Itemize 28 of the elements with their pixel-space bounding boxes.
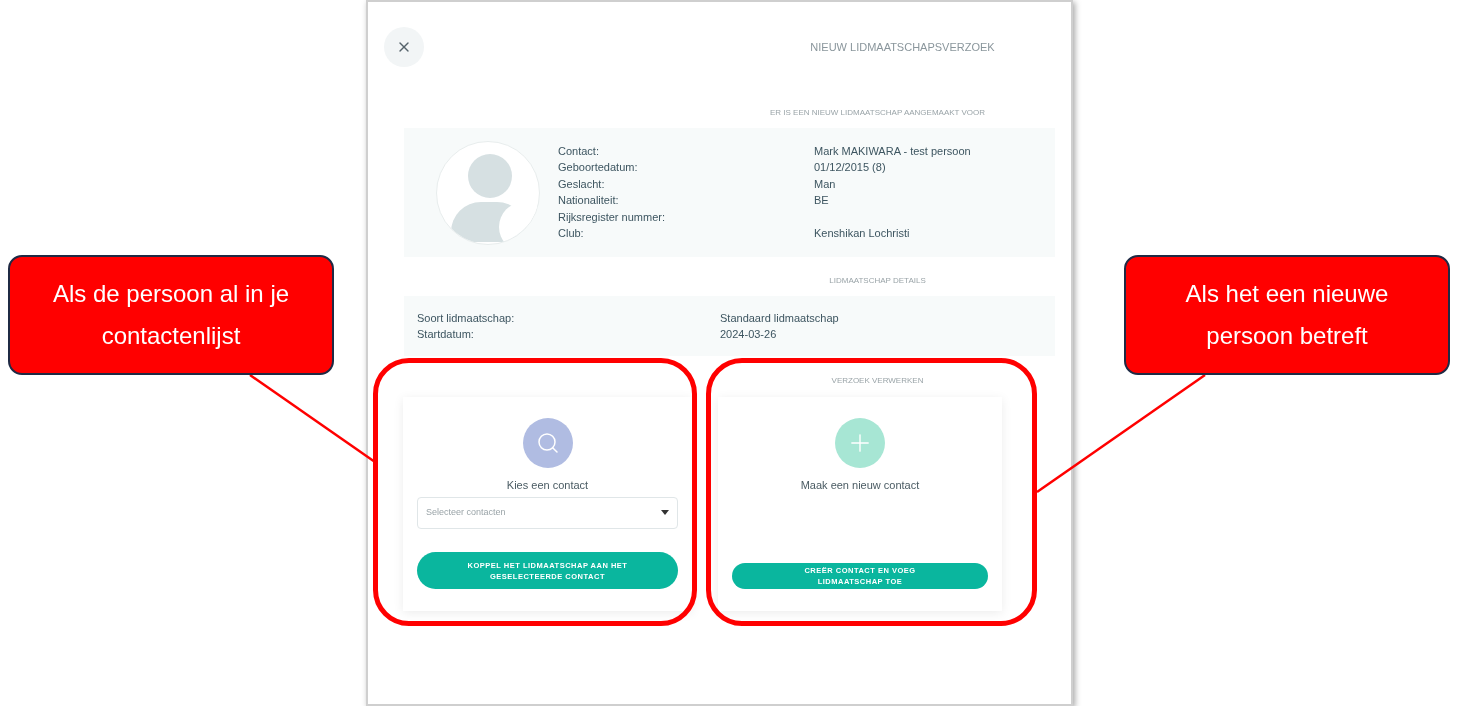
contact-select[interactable]: Selecteer contacten xyxy=(417,496,678,529)
field-value: 2024-03-26 xyxy=(720,327,777,342)
search-icon xyxy=(522,418,573,468)
field-label: Geslacht: xyxy=(558,176,606,192)
section-heading: VERZOEK VERWERKEN xyxy=(831,375,924,387)
field-value: Mark MAKIWARA - test persoon xyxy=(814,143,971,159)
card-title: Maak een nieuw contact xyxy=(800,478,920,493)
field-label: Club: xyxy=(558,226,585,241)
section-heading: LIDMAATSCHAP DETAILS xyxy=(829,275,926,287)
field-value: Man xyxy=(814,176,836,192)
section-heading: ER IS EEN NIEUW LIDMAATSCHAP AANGEMAAKT VOOR xyxy=(769,107,986,119)
field-value: 01/12/2015 (8) xyxy=(814,160,886,175)
card-title: Kies een contact xyxy=(506,478,589,493)
dropdown-caret-icon xyxy=(661,510,669,515)
callout: Als het een nieuwe persoon betreft xyxy=(1124,255,1450,375)
field-label: Rijksregister nummer: xyxy=(558,209,666,225)
field-value: Standaard lidmaatschap xyxy=(720,311,839,326)
callout: Als de persoon al in je contactenlijst xyxy=(8,255,334,375)
plus-icon xyxy=(835,418,885,468)
close-button[interactable] xyxy=(384,27,424,67)
field-label: Soort lidmaatschap: xyxy=(417,311,516,326)
dialog-title: NIEUW LIDMAATSCHAPSVERZOEK xyxy=(810,39,995,55)
field-label: Nationaliteit: xyxy=(558,193,620,208)
field-label: Startdatum: xyxy=(417,327,475,342)
field-value: BE xyxy=(814,193,829,208)
field-value: Kenshikan Lochristi xyxy=(814,226,910,241)
field-label: Geboortedatum: xyxy=(558,160,639,175)
field-label: Contact: xyxy=(558,143,600,159)
